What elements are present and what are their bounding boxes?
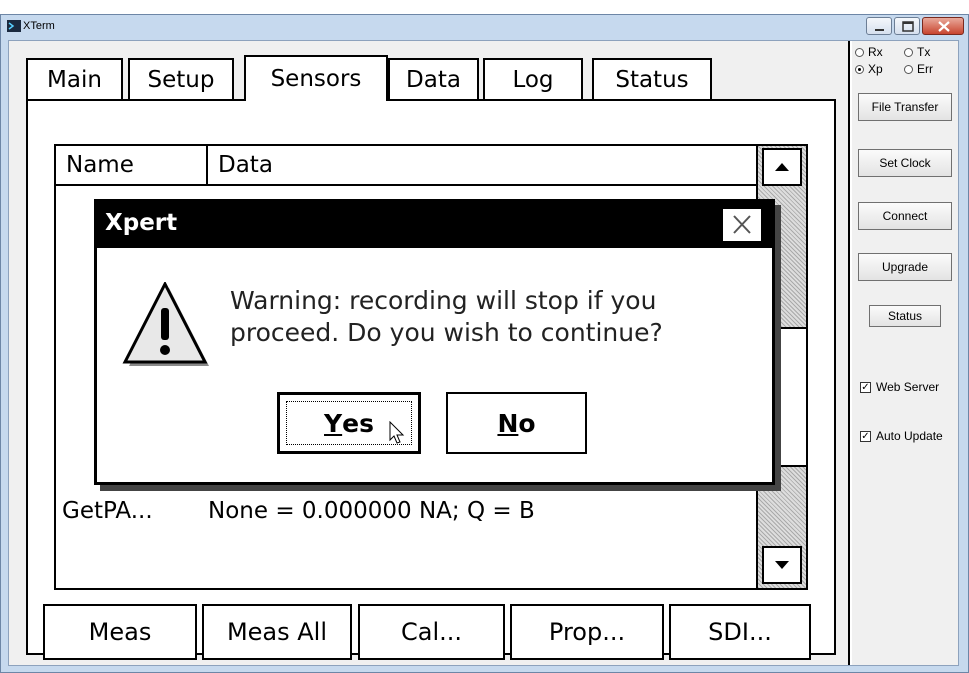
confirm-dialog: Xpert Warning: recording will stop if yo… (94, 199, 775, 485)
device-screen: Main Setup Sensors Data Log Status Name … (9, 41, 850, 665)
tab-setup[interactable]: Setup (128, 58, 234, 99)
arrow-up-icon (775, 163, 789, 171)
column-header-name[interactable]: Name (56, 146, 208, 186)
row-data: None = 0.000000 NA; Q = B (208, 498, 535, 524)
radio-label: Xp (868, 62, 883, 76)
cal-button[interactable]: Cal... (358, 604, 505, 660)
auto-update-checkbox[interactable]: ✓ Auto Update (860, 429, 943, 443)
meas-button[interactable]: Meas (43, 604, 197, 660)
checkbox-label: Web Server (876, 380, 940, 394)
dialog-title-bar: Xpert (97, 202, 772, 248)
status-button[interactable]: Status (869, 305, 941, 327)
dialog-message: Warning: recording will stop if you proc… (230, 285, 663, 349)
dialog-message-line-1: Warning: recording will stop if you (230, 286, 657, 315)
title-bar: XTerm (1, 15, 968, 39)
upgrade-button[interactable]: Upgrade (858, 253, 952, 281)
client-area: Main Setup Sensors Data Log Status Name … (8, 40, 959, 666)
tab-data[interactable]: Data (388, 58, 479, 99)
close-icon (938, 21, 950, 32)
radio-tx[interactable]: Tx (904, 45, 930, 59)
tab-sensors[interactable]: Sensors (244, 55, 388, 101)
radio-label: Rx (868, 45, 883, 59)
radio-rx[interactable]: Rx (855, 45, 883, 59)
checkmark-icon: ✓ (860, 381, 871, 393)
radio-label: Tx (917, 45, 931, 59)
prop-button[interactable]: Prop... (510, 604, 664, 660)
radio-label: Err (917, 62, 933, 76)
sdi-button[interactable]: SDI... (669, 604, 811, 660)
arrow-down-icon (775, 561, 789, 569)
maximize-icon (902, 21, 914, 32)
warning-icon (122, 282, 209, 366)
yes-button[interactable]: Yes (277, 392, 421, 454)
meas-all-button[interactable]: Meas All (202, 604, 352, 660)
scroll-down-button[interactable] (762, 546, 802, 584)
xterm-window: XTerm Main Setup Sensors Data Log Status… (0, 14, 969, 673)
radio-indicator-icon (904, 47, 913, 57)
no-label-rest: o (518, 408, 536, 438)
xterm-app-icon (7, 20, 21, 32)
scroll-up-button[interactable] (762, 148, 802, 186)
dialog-message-line-2: proceed. Do you wish to continue? (230, 318, 663, 347)
dialog-close-button[interactable] (722, 208, 762, 242)
radio-indicator-icon (855, 64, 864, 74)
mouse-cursor-icon (389, 421, 405, 444)
close-icon (733, 215, 751, 234)
column-header-data[interactable]: Data (206, 146, 758, 186)
window-title: XTerm (23, 20, 55, 32)
connect-button[interactable]: Connect (858, 202, 952, 230)
row-name: GetPA... (62, 498, 153, 524)
radio-indicator-icon (855, 47, 864, 57)
web-server-checkbox[interactable]: ✓ Web Server (860, 380, 939, 394)
maximize-button[interactable] (894, 17, 920, 35)
minimize-button[interactable] (866, 17, 892, 35)
close-window-button[interactable] (922, 17, 964, 35)
radio-xp[interactable]: Xp (855, 62, 883, 76)
checkmark-icon: ✓ (860, 430, 871, 442)
radio-indicator-icon (904, 64, 913, 74)
set-clock-button[interactable]: Set Clock (858, 149, 952, 177)
no-accelerator: N (497, 408, 519, 438)
tab-status[interactable]: Status (592, 58, 712, 99)
tab-main[interactable]: Main (26, 58, 123, 99)
tab-log[interactable]: Log (483, 58, 583, 99)
file-transfer-button[interactable]: File Transfer (858, 93, 952, 121)
control-sidebar: Rx Tx Xp Err File Transfer Set Clock Con… (852, 41, 958, 665)
no-button[interactable]: No (446, 392, 587, 454)
checkbox-label: Auto Update (876, 429, 943, 443)
minimize-icon (875, 29, 884, 31)
dialog-title: Xpert (105, 210, 178, 236)
radio-err[interactable]: Err (904, 62, 933, 76)
